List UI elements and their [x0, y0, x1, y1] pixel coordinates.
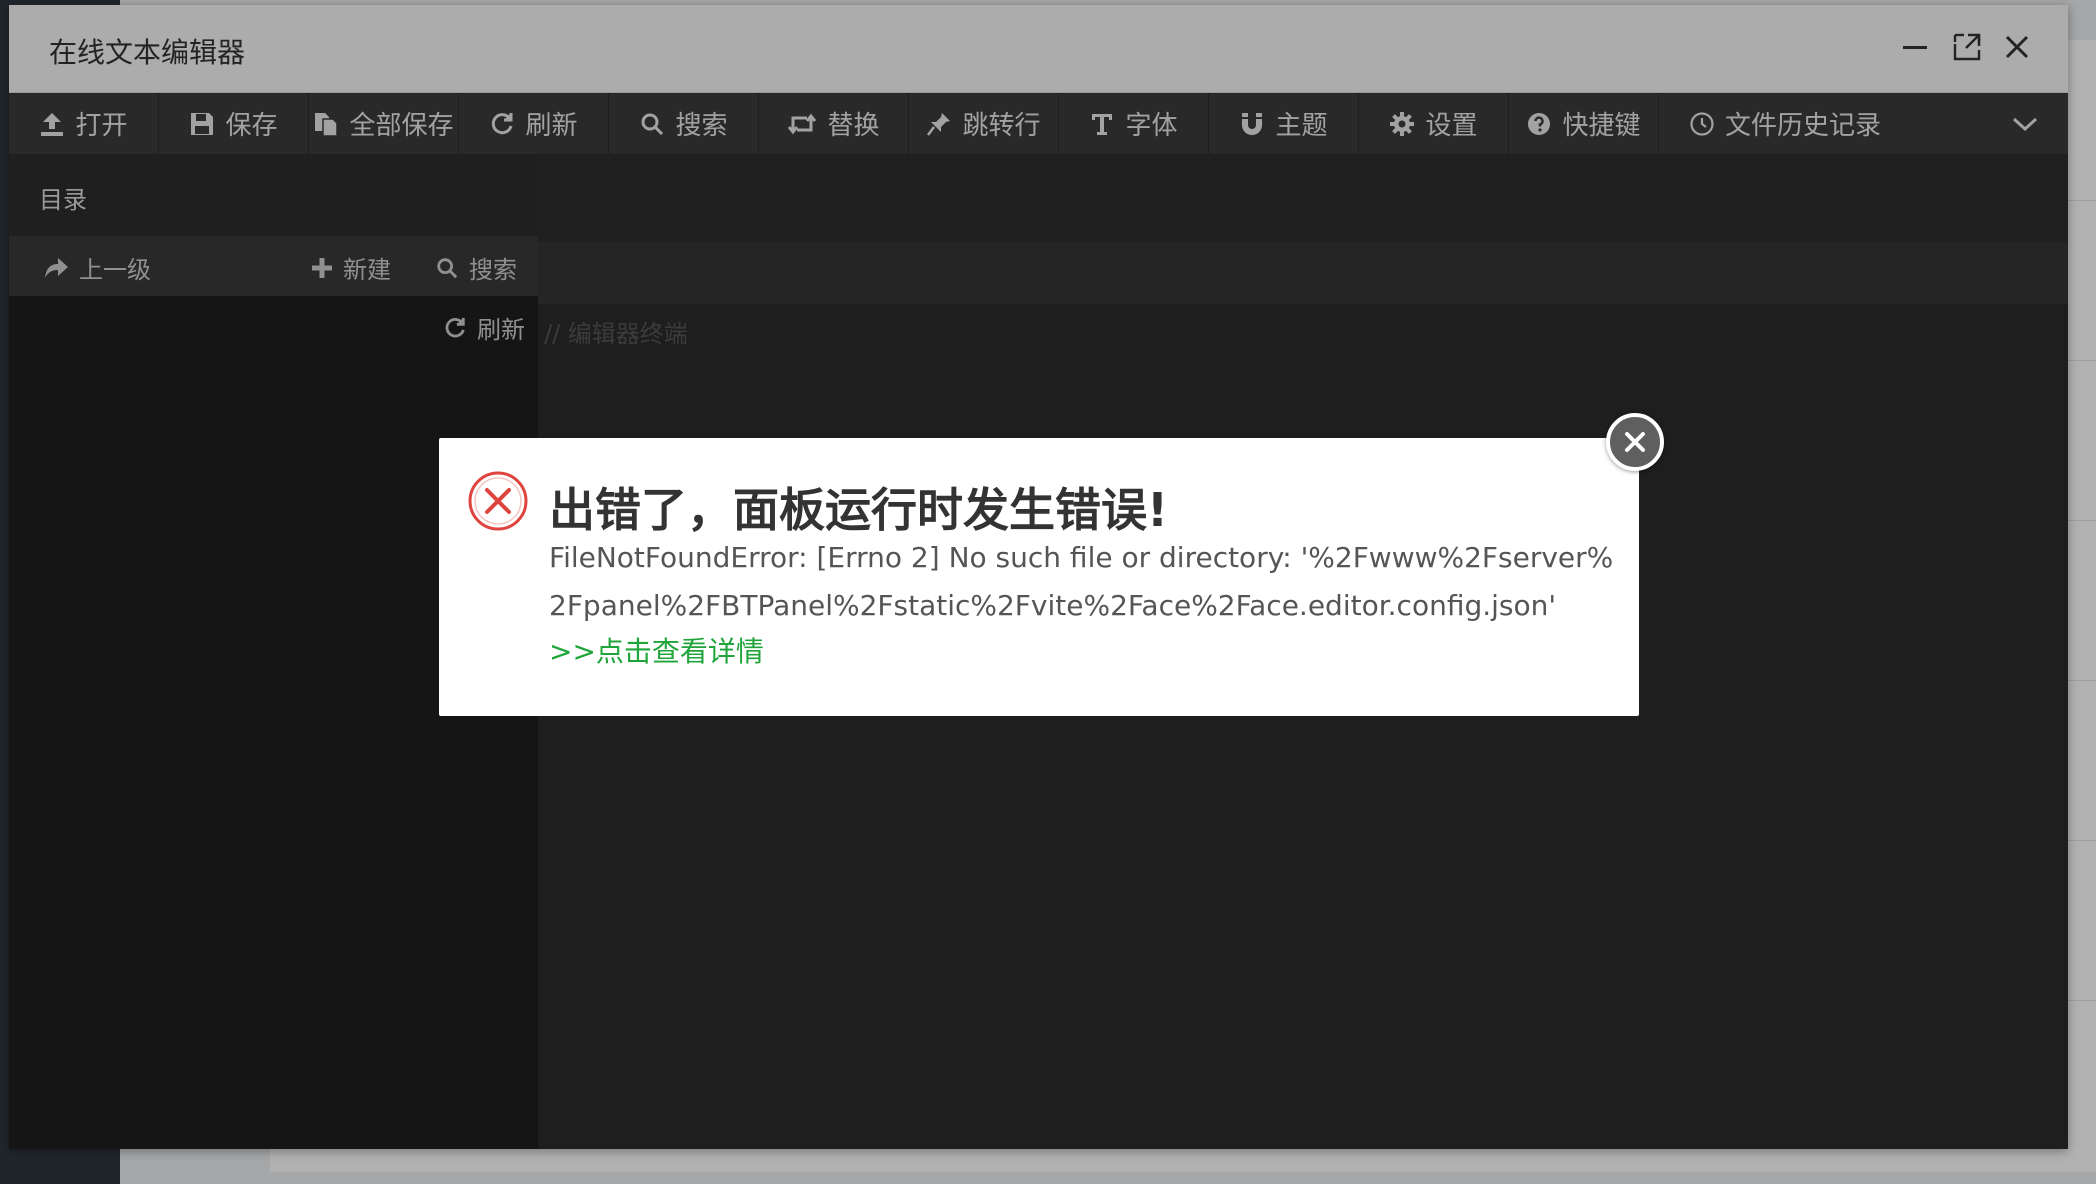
- error-title: 出错了，面板运行时发生错误!: [549, 483, 1168, 537]
- dialog-close-button[interactable]: [1606, 413, 1664, 471]
- view-details-link[interactable]: >>点击查看详情: [549, 630, 764, 670]
- error-circle-icon: [468, 471, 528, 531]
- error-message: FileNotFoundError: [Errno 2] No such fil…: [549, 541, 1614, 622]
- error-dialog: 出错了，面板运行时发生错误! FileNotFoundError: [Errno…: [439, 438, 1639, 716]
- close-icon: [1625, 432, 1645, 452]
